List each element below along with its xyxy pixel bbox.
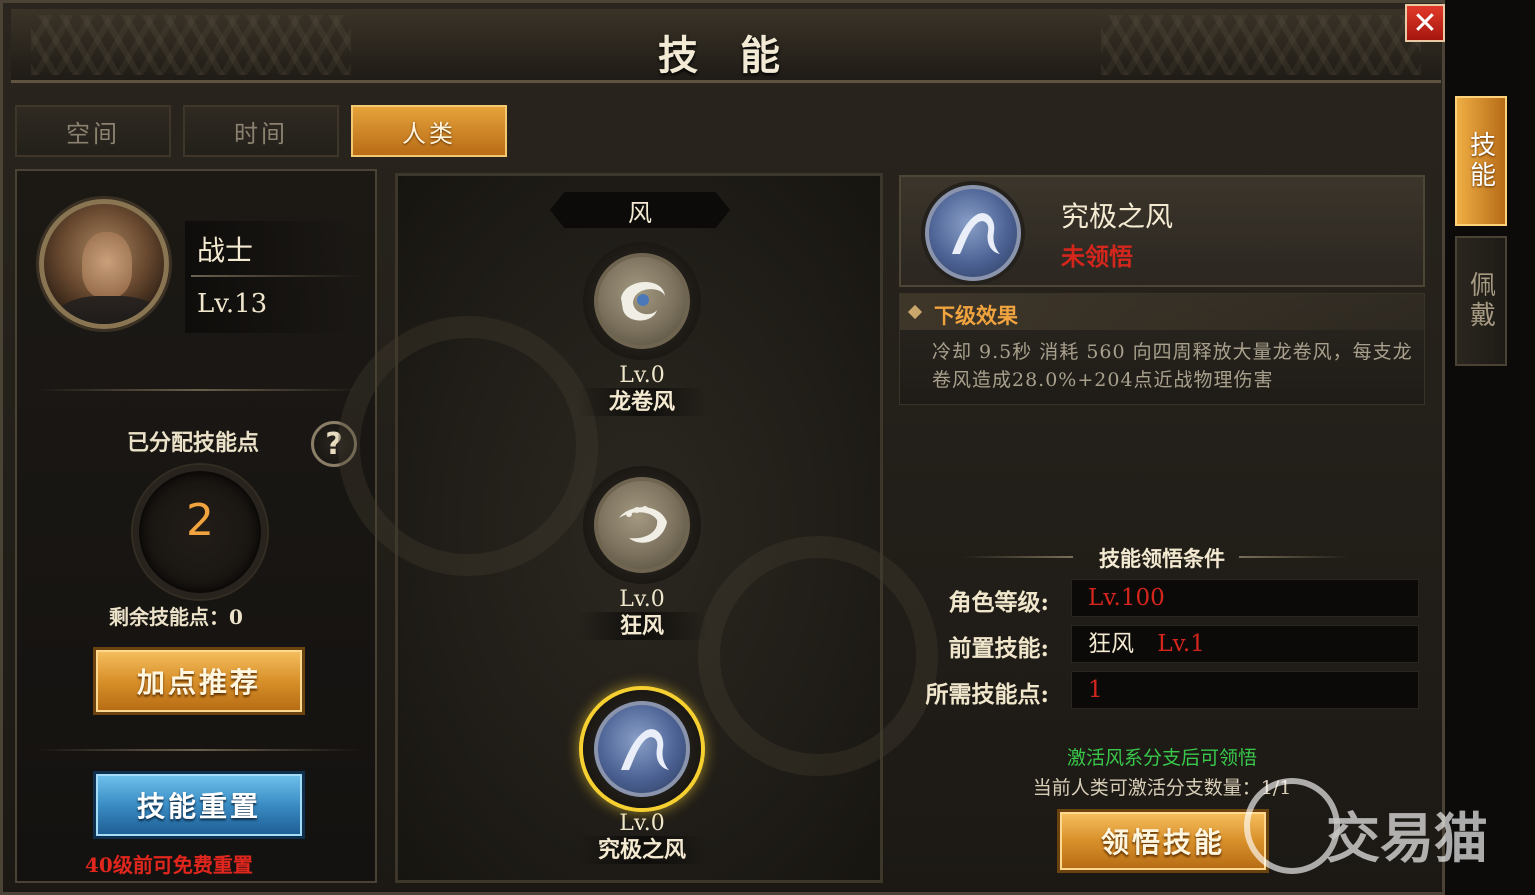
background-swirl xyxy=(338,316,598,576)
window-title: 技 能 xyxy=(658,32,794,79)
learn-skill-button[interactable]: 领悟技能 xyxy=(1057,809,1269,873)
activation-note: 激活风系分支后可领悟 xyxy=(1066,747,1257,769)
recommend-button[interactable]: 加点推荐 xyxy=(93,647,305,715)
skill-ring-selected xyxy=(583,690,701,808)
detail-skill-name: 究极之风 xyxy=(1061,200,1174,233)
watermark: 交易猫 xyxy=(1240,770,1530,890)
skill-node-ultimate-wind[interactable]: Lv.0 究极之风 xyxy=(577,690,707,864)
prereq-skill: 狂风 xyxy=(1088,631,1134,657)
conditions-title: 技能领悟条件 xyxy=(1099,546,1225,571)
close-button[interactable]: ✕ xyxy=(1405,4,1445,42)
side-tab-equip[interactable]: 佩戴 xyxy=(1455,236,1507,366)
role-level-value: Lv.100 xyxy=(1071,579,1419,617)
tab-time[interactable]: 时间 xyxy=(183,105,339,157)
gust-icon xyxy=(594,477,690,573)
detail-skill-status: 未领悟 xyxy=(1061,242,1133,271)
skill-level: Lv.0 xyxy=(619,811,665,836)
points-required-value: 1 xyxy=(1071,671,1419,709)
skill-detail-header: 究极之风 未领悟 xyxy=(899,175,1425,287)
skill-name: 龙卷风 xyxy=(577,388,707,416)
watermark-text: 交易猫 xyxy=(1326,807,1488,870)
skill-name: 究极之风 xyxy=(577,836,707,864)
prereq-field: 狂风 Lv.1 xyxy=(1071,625,1419,663)
skill-tree-panel: 风 Lv.0 龙卷风 Lv.0 狂风 Lv.0 究极之风 xyxy=(338,173,938,883)
allocated-points-value: 2 xyxy=(186,495,214,546)
skill-level: Lv.0 xyxy=(619,363,665,388)
avatar xyxy=(39,199,169,329)
role-level-label: 角色等级: xyxy=(948,589,1050,616)
ultimate-wind-icon xyxy=(594,701,690,797)
detail-icon-wrap xyxy=(921,181,1025,285)
side-tab-skills[interactable]: 技能 xyxy=(1455,96,1507,226)
prereq-label: 前置技能: xyxy=(948,635,1050,662)
divider xyxy=(35,749,361,751)
divider xyxy=(35,389,361,391)
name-divider xyxy=(191,275,361,277)
effect-text: 冷却 9.5秒 消耗 560 向四周释放大量龙卷风，每支龙卷风造成28.0%+2… xyxy=(932,341,1413,391)
title-bar: 技 能 xyxy=(11,9,1441,83)
reset-button[interactable]: 技能重置 xyxy=(93,771,305,839)
remaining-points: 剩余技能点：0 xyxy=(109,605,243,629)
points-required-label: 所需技能点: xyxy=(925,681,1050,708)
tornado-icon xyxy=(594,253,690,349)
character-panel: 战士 Lv.13 已分配技能点 ? 2 剩余技能点：0 加点推荐 技能重置 40… xyxy=(15,169,377,883)
ultimate-wind-icon xyxy=(925,185,1021,281)
allocated-points-label: 已分配技能点 xyxy=(127,430,260,456)
branch-header: 风 xyxy=(550,192,730,228)
skill-name: 狂风 xyxy=(577,612,707,640)
skill-level: Lv.0 xyxy=(619,587,665,612)
effect-box: 下级效果 冷却 9.5秒 消耗 560 向四周释放大量龙卷风，每支龙卷风造成28… xyxy=(899,293,1425,405)
reset-note: 40级前可免费重置 xyxy=(85,853,253,877)
skill-node-gust[interactable]: Lv.0 狂风 xyxy=(577,466,707,640)
skill-ring xyxy=(583,242,701,360)
character-level: Lv.13 xyxy=(197,289,268,319)
prereq-level: Lv.1 xyxy=(1157,631,1205,657)
skill-node-tornado[interactable]: Lv.0 龙卷风 xyxy=(577,242,707,416)
skill-window: 技 能 空间 时间 人类 战士 Lv.13 已分配技能点 ? 2 剩余技能点：0… xyxy=(0,0,1445,895)
effect-title: 下级效果 xyxy=(934,303,1018,328)
tab-space[interactable]: 空间 xyxy=(15,105,171,157)
skill-ring xyxy=(583,466,701,584)
tab-human[interactable]: 人类 xyxy=(351,105,507,157)
character-name: 战士 xyxy=(197,234,254,267)
